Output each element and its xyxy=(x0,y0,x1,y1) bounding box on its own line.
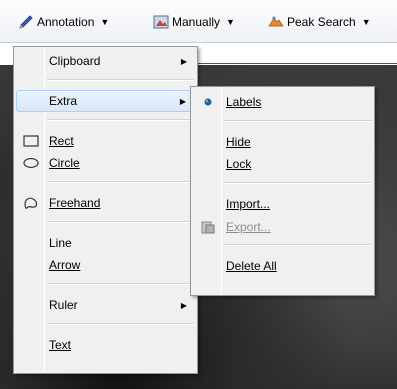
rect-icon xyxy=(22,132,40,150)
menu-item-export: Export... xyxy=(193,216,372,238)
menu-item-hide[interactable]: Hide xyxy=(193,131,372,153)
menu-item-label: Delete All xyxy=(226,259,277,273)
chevron-down-icon: ▼ xyxy=(226,17,235,27)
menu-item-extra[interactable]: Extra ▶ xyxy=(16,90,195,112)
menu-separator xyxy=(47,323,194,325)
menu-separator xyxy=(47,119,194,121)
menu-item-label: Import... xyxy=(226,197,271,211)
menu-item-label: Line xyxy=(49,236,72,250)
menu-separator xyxy=(224,182,371,184)
menu-item-label: Hide xyxy=(226,135,251,149)
toolbar: Annotation ▼ Manually ▼ Peak Search ▼ xyxy=(0,0,397,43)
menu-item-label: Clipboard xyxy=(49,54,101,68)
menu-item-text[interactable]: Text xyxy=(16,334,195,356)
menu-separator xyxy=(47,221,194,223)
menu-item-label: Arrow xyxy=(49,258,81,272)
peak-search-dropdown[interactable]: Peak Search ▼ xyxy=(268,13,371,31)
export-icon xyxy=(199,218,217,236)
submenu-arrow-icon: ▶ xyxy=(180,300,187,310)
annotation-pen-icon xyxy=(19,15,33,29)
chevron-down-icon: ▼ xyxy=(100,17,110,27)
menu-item-ruler[interactable]: Ruler ▶ xyxy=(16,294,195,316)
menu-separator xyxy=(47,181,194,183)
chevron-down-icon: ▼ xyxy=(361,17,371,27)
menu-item-label: Ruler xyxy=(49,298,78,312)
menu-item-line[interactable]: Line xyxy=(16,232,195,254)
menu-item-label: Export... xyxy=(226,220,271,234)
extra-submenu: Labels Hide Lock Import... Export... Del… xyxy=(190,86,375,296)
menu-item-circle[interactable]: Circle xyxy=(16,152,195,174)
menu-item-freehand[interactable]: Freehand xyxy=(16,192,195,214)
menu-item-label: Circle xyxy=(49,156,80,170)
menu-item-labels[interactable]: Labels xyxy=(193,91,372,113)
menu-item-label: Lock xyxy=(226,157,252,171)
peak-search-label: Peak Search xyxy=(287,15,356,29)
menu-item-label: Labels xyxy=(226,95,262,109)
menu-item-label: Rect xyxy=(49,134,74,148)
annotation-dropdown[interactable]: Annotation ▼ xyxy=(18,13,109,31)
ellipse-icon xyxy=(22,154,40,172)
annotation-label: Annotation xyxy=(37,15,95,29)
menu-separator xyxy=(224,120,371,122)
menu-item-label: Extra xyxy=(49,94,78,108)
manually-dropdown[interactable]: Manually ▼ xyxy=(153,13,235,31)
menu-item-label: Text xyxy=(49,338,72,352)
menu-item-arrow[interactable]: Arrow xyxy=(16,254,195,276)
menu-item-import[interactable]: Import... xyxy=(193,193,372,215)
radio-check-icon xyxy=(199,93,217,111)
submenu-arrow-icon: ▶ xyxy=(179,96,186,106)
menu-item-clipboard[interactable]: Clipboard ▶ xyxy=(16,50,195,72)
manual-image-icon xyxy=(153,15,169,29)
menu-separator xyxy=(224,244,371,246)
menu-item-lock[interactable]: Lock xyxy=(193,153,372,175)
submenu-arrow-icon: ▶ xyxy=(180,56,187,66)
menu-separator xyxy=(47,79,194,81)
menu-item-delete-all[interactable]: Delete All xyxy=(193,255,372,277)
menu-item-rect[interactable]: Rect xyxy=(16,130,195,152)
freehand-icon xyxy=(22,194,40,212)
menu-separator xyxy=(47,283,194,285)
manually-label: Manually xyxy=(172,15,221,29)
annotation-menu: Clipboard ▶ Extra ▶ Rect Circle Freehand… xyxy=(13,46,198,374)
menu-item-label: Freehand xyxy=(49,196,101,210)
peak-search-icon xyxy=(268,16,284,27)
